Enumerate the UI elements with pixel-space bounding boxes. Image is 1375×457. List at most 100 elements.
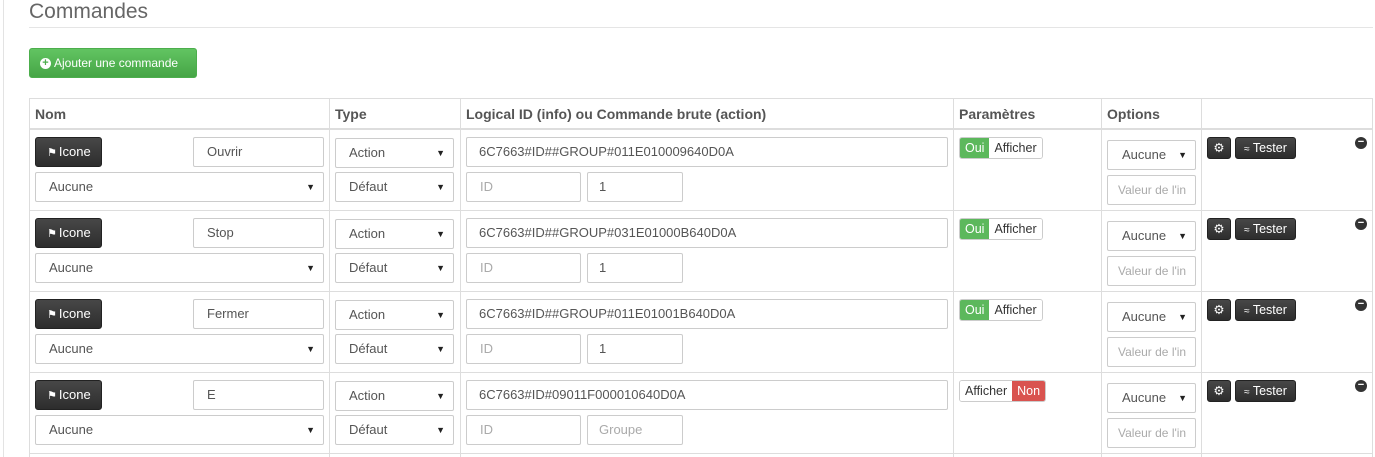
configure-button[interactable]: ⚙ bbox=[1207, 137, 1231, 159]
column-divider bbox=[1101, 98, 1102, 457]
remove-command-button[interactable]: − bbox=[1355, 380, 1367, 392]
id-input[interactable]: ID bbox=[466, 172, 581, 202]
subtype-select[interactable]: Défaut ▼ bbox=[335, 253, 454, 283]
gears-icon: ⚙ bbox=[1213, 384, 1225, 398]
icon-picker-label: Icone bbox=[58, 144, 91, 159]
object-select[interactable]: Aucune ▼ bbox=[35, 334, 324, 364]
subtype-select-value: Défaut bbox=[349, 179, 388, 194]
icon-picker-button[interactable]: ⚑ Icone bbox=[35, 137, 102, 167]
caret-down-icon: ▼ bbox=[436, 263, 445, 273]
title-divider bbox=[29, 27, 1373, 28]
object-select[interactable]: Aucune ▼ bbox=[35, 415, 324, 445]
type-select-value: Action bbox=[349, 307, 386, 322]
icon-picker-button[interactable]: ⚑ Icone bbox=[35, 218, 102, 248]
caret-down-icon: ▼ bbox=[436, 344, 445, 354]
remove-command-button[interactable]: − bbox=[1355, 218, 1367, 230]
configure-button[interactable]: ⚙ bbox=[1207, 299, 1231, 321]
caret-down-icon: ▼ bbox=[306, 263, 315, 273]
icon-picker-button[interactable]: ⚑ Icone bbox=[35, 380, 102, 410]
option-select[interactable]: Aucune ▼ bbox=[1107, 383, 1196, 413]
command-row: ⚑ Icone Ouvrir Aucune ▼ Action ▼ Défaut ▼ 6C… bbox=[29, 130, 1373, 211]
option-select[interactable]: Aucune ▼ bbox=[1107, 221, 1196, 251]
option-value-input[interactable]: Valeur de l'in bbox=[1107, 337, 1196, 367]
logical-id-input[interactable]: 6C7663#ID#09011F000010640D0A bbox=[466, 380, 948, 410]
toggle-oui[interactable]: Oui bbox=[960, 138, 990, 158]
group-input[interactable]: 1 bbox=[587, 253, 683, 283]
group-input[interactable]: 1 bbox=[587, 334, 683, 364]
caret-down-icon: ▼ bbox=[436, 229, 445, 239]
column-divider bbox=[953, 98, 954, 457]
caret-down-icon: ▼ bbox=[436, 391, 445, 401]
caret-down-icon: ▼ bbox=[1178, 312, 1187, 322]
section-title: Commandes bbox=[29, 0, 149, 23]
object-select[interactable]: Aucune ▼ bbox=[35, 253, 324, 283]
flag-icon: ⚑ bbox=[47, 309, 57, 321]
type-select[interactable]: Action ▼ bbox=[335, 219, 454, 249]
subtype-select[interactable]: Défaut ▼ bbox=[335, 334, 454, 364]
icon-picker-button[interactable]: ⚑ Icone bbox=[35, 299, 102, 329]
command-name-input[interactable]: Ouvrir bbox=[193, 137, 324, 167]
column-divider bbox=[1201, 98, 1202, 457]
option-select[interactable]: Aucune ▼ bbox=[1107, 140, 1196, 170]
object-select-value: Aucune bbox=[49, 341, 94, 356]
toggle-afficher[interactable]: Afficher bbox=[960, 381, 1013, 401]
visibility-toggle[interactable]: Afficher Non bbox=[959, 380, 1047, 402]
option-select-value: Aucune bbox=[1122, 228, 1167, 243]
option-value-input[interactable]: Valeur de l'in bbox=[1107, 256, 1196, 286]
subtype-select[interactable]: Défaut ▼ bbox=[335, 415, 454, 445]
type-select[interactable]: Action ▼ bbox=[335, 138, 454, 168]
remove-command-button[interactable]: − bbox=[1355, 137, 1367, 149]
id-input[interactable]: ID bbox=[466, 253, 581, 283]
rss-icon: ≈ bbox=[1244, 225, 1250, 236]
visibility-toggle[interactable]: Oui Afficher bbox=[959, 137, 1043, 159]
group-input[interactable]: 1 bbox=[587, 172, 683, 202]
object-select-value: Aucune bbox=[49, 179, 94, 194]
visibility-toggle[interactable]: Oui Afficher bbox=[959, 218, 1043, 240]
column-divider bbox=[1372, 98, 1373, 457]
toggle-non[interactable]: Non bbox=[1012, 381, 1046, 401]
logical-id-input[interactable]: 6C7663#ID##GROUP#011E01001B640D0A bbox=[466, 299, 948, 329]
subtype-select-value: Défaut bbox=[349, 260, 388, 275]
toggle-afficher[interactable]: Afficher bbox=[989, 300, 1042, 320]
tester-label: Tester bbox=[1252, 303, 1287, 317]
type-select[interactable]: Action ▼ bbox=[335, 381, 454, 411]
logical-id-input[interactable]: 6C7663#ID##GROUP#031E01000B640D0A bbox=[466, 218, 948, 248]
subtype-select[interactable]: Défaut ▼ bbox=[335, 172, 454, 202]
configure-button[interactable]: ⚙ bbox=[1207, 218, 1231, 240]
add-command-button[interactable]: + Ajouter une commande bbox=[29, 48, 197, 78]
object-select-value: Aucune bbox=[49, 260, 94, 275]
header-options: Options bbox=[1107, 106, 1160, 122]
option-select[interactable]: Aucune ▼ bbox=[1107, 302, 1196, 332]
remove-command-button[interactable]: − bbox=[1355, 299, 1367, 311]
group-input[interactable]: Groupe bbox=[587, 415, 683, 445]
caret-down-icon: ▼ bbox=[306, 182, 315, 192]
tester-button[interactable]: ≈ Tester bbox=[1235, 380, 1296, 402]
table-header: Nom Type Logical ID (info) ou Commande b… bbox=[29, 98, 1373, 130]
toggle-oui[interactable]: Oui bbox=[960, 300, 990, 320]
option-value-input[interactable]: Valeur de l'in bbox=[1107, 175, 1196, 205]
toggle-afficher[interactable]: Afficher bbox=[989, 219, 1042, 239]
visibility-toggle[interactable]: Oui Afficher bbox=[959, 299, 1043, 321]
option-value-input[interactable]: Valeur de l'in bbox=[1107, 418, 1196, 448]
tester-button[interactable]: ≈ Tester bbox=[1235, 137, 1296, 159]
minus-circle-icon: − bbox=[1357, 298, 1365, 310]
command-row: ⚑ Icone E Aucune ▼ Action ▼ Défaut ▼ 6C7663#… bbox=[29, 373, 1373, 454]
type-select[interactable]: Action ▼ bbox=[335, 300, 454, 330]
command-name-input[interactable]: Stop bbox=[193, 218, 324, 248]
toggle-afficher[interactable]: Afficher bbox=[989, 138, 1042, 158]
id-input[interactable]: ID bbox=[466, 334, 581, 364]
flag-icon: ⚑ bbox=[47, 147, 57, 159]
command-name-input[interactable]: Fermer bbox=[193, 299, 324, 329]
command-name-input[interactable]: E bbox=[193, 380, 324, 410]
tester-label: Tester bbox=[1252, 222, 1287, 236]
object-select[interactable]: Aucune ▼ bbox=[35, 172, 324, 202]
header-parametres: Paramètres bbox=[959, 106, 1036, 122]
tester-button[interactable]: ≈ Tester bbox=[1235, 218, 1296, 240]
tester-button[interactable]: ≈ Tester bbox=[1235, 299, 1296, 321]
id-input[interactable]: ID bbox=[466, 415, 581, 445]
caret-down-icon: ▼ bbox=[1178, 150, 1187, 160]
icon-picker-label: Icone bbox=[58, 387, 91, 402]
configure-button[interactable]: ⚙ bbox=[1207, 380, 1231, 402]
toggle-oui[interactable]: Oui bbox=[960, 219, 990, 239]
logical-id-input[interactable]: 6C7663#ID##GROUP#011E010009640D0A bbox=[466, 137, 948, 167]
